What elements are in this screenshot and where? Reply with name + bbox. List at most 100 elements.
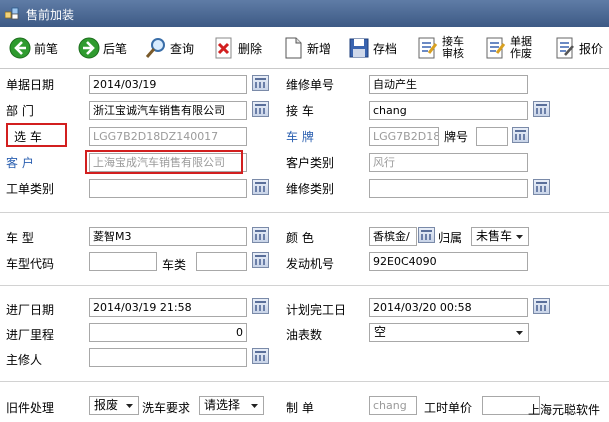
watermark: 上海元聪软件 xyxy=(528,403,601,417)
maker-label: 制 单 xyxy=(286,401,314,415)
old-parts-value: 报废 xyxy=(94,398,119,412)
chevron-down-icon xyxy=(516,235,523,239)
maker-field[interactable]: chang xyxy=(369,396,417,415)
old-parts-label: 旧件处理 xyxy=(6,401,55,415)
chevron-down-icon xyxy=(126,404,133,408)
repair-type-field[interactable] xyxy=(369,179,528,198)
car-class-label: 车类 xyxy=(162,258,187,272)
plate-picker-icon[interactable] xyxy=(512,127,529,143)
hour-price-label: 工时单价 xyxy=(424,401,473,415)
section-divider xyxy=(0,212,609,213)
model-picker-icon[interactable] xyxy=(252,227,269,243)
model-label: 车 型 xyxy=(6,231,34,245)
void-button[interactable]: 单据 作废 xyxy=(484,31,534,65)
fuel-select[interactable]: 空 xyxy=(369,323,529,342)
select-car-highlight xyxy=(6,123,67,147)
next-button[interactable]: 后笔 xyxy=(77,31,127,65)
wash-label: 洗车要求 xyxy=(142,401,191,415)
arrow-left-icon xyxy=(9,37,31,59)
new-document-icon xyxy=(285,37,302,59)
section-divider-3 xyxy=(0,381,609,382)
customer-label: 客 户 xyxy=(6,156,34,170)
save-button[interactable]: 存档 xyxy=(347,31,397,65)
work-type-label: 工单类别 xyxy=(6,182,55,196)
receiver-field[interactable]: chang xyxy=(369,101,528,120)
fuel-value: 空 xyxy=(374,325,387,339)
select-car-field[interactable]: LGG7B2D18DZ140017 xyxy=(89,127,247,146)
color-field[interactable]: 香槟金/ xyxy=(369,227,417,246)
belong-value: 未售车 xyxy=(476,229,513,243)
plate-no-label: 牌号 xyxy=(444,130,469,144)
belong-label: 归属 xyxy=(438,231,463,245)
window-title: 售前加装 xyxy=(26,8,75,22)
magnifier-icon xyxy=(145,38,165,58)
car-class-field[interactable] xyxy=(196,252,247,271)
order-date-calendar-icon[interactable] xyxy=(252,75,269,91)
report-label: 报价 xyxy=(579,41,604,56)
wash-value: 请选择 xyxy=(204,398,241,412)
plate-no-field[interactable] xyxy=(476,127,508,146)
void-label: 单据 作废 xyxy=(510,35,532,60)
repair-type-picker-icon[interactable] xyxy=(533,179,550,195)
entry-date-calendar-icon[interactable] xyxy=(252,298,269,314)
old-parts-select[interactable]: 报废 xyxy=(89,396,139,415)
model-field[interactable]: 菱智M3 xyxy=(89,227,247,246)
query-button[interactable]: 查询 xyxy=(144,31,194,65)
wash-select[interactable]: 请选择 xyxy=(199,396,264,415)
engine-field[interactable]: 92E0C4090 xyxy=(369,252,528,271)
receiver-picker-icon[interactable] xyxy=(533,101,550,117)
approve-button[interactable]: 接车 审核 xyxy=(416,31,466,65)
plan-date-calendar-icon[interactable] xyxy=(533,298,550,314)
plate-field[interactable]: LGG7B2D18DZ xyxy=(369,127,439,146)
report-button[interactable]: 报价 xyxy=(553,31,603,65)
customer-type-field[interactable]: 风行 xyxy=(369,153,528,172)
mechanic-picker-icon[interactable] xyxy=(252,348,269,364)
receiver-label: 接 车 xyxy=(286,104,314,118)
order-date-field[interactable]: 2014/03/19 xyxy=(89,75,247,94)
arrow-right-icon xyxy=(78,37,100,59)
new-label: 新增 xyxy=(307,41,332,56)
dept-picker-icon[interactable] xyxy=(252,101,269,117)
app-icon xyxy=(5,7,19,20)
document-void-icon xyxy=(486,37,506,59)
belong-select[interactable]: 未售车 xyxy=(471,227,529,246)
plan-date-label: 计划完工日 xyxy=(286,303,347,317)
mileage-label: 进厂里程 xyxy=(6,328,55,342)
mechanic-label: 主修人 xyxy=(6,353,43,367)
chevron-down-icon xyxy=(251,404,258,408)
repair-no-label: 维修单号 xyxy=(286,78,335,92)
model-code-field[interactable] xyxy=(89,252,157,271)
work-type-picker-icon[interactable] xyxy=(252,179,269,195)
prev-button[interactable]: 前笔 xyxy=(8,31,58,65)
color-picker-icon[interactable] xyxy=(418,227,435,243)
report-icon xyxy=(556,37,574,59)
fuel-label: 油表数 xyxy=(286,328,323,342)
repair-type-label: 维修类别 xyxy=(286,182,335,196)
new-button[interactable]: 新增 xyxy=(281,31,331,65)
entry-date-field[interactable]: 2014/03/19 21:58 xyxy=(89,298,247,317)
mileage-field[interactable]: 0 xyxy=(89,323,247,342)
mechanic-field[interactable] xyxy=(89,348,247,367)
plate-label: 车 牌 xyxy=(286,130,314,144)
car-class-picker-icon[interactable] xyxy=(252,252,269,268)
save-icon xyxy=(349,38,369,58)
approve-label: 接车 审核 xyxy=(442,35,464,60)
next-label: 后笔 xyxy=(103,41,128,56)
window-title-bar: 售前加装 xyxy=(0,0,609,27)
dept-label: 部 门 xyxy=(6,104,34,118)
color-label: 颜 色 xyxy=(286,231,314,245)
checklist-icon xyxy=(418,37,438,59)
dept-field[interactable]: 浙江宝诚汽车销售有限公司 xyxy=(89,101,247,120)
delete-icon xyxy=(215,37,232,59)
chevron-down-icon xyxy=(516,331,523,335)
model-code-label: 车型代码 xyxy=(6,257,55,271)
section-divider-2 xyxy=(0,285,609,286)
repair-no-field[interactable]: 自动产生 xyxy=(369,75,528,94)
entry-date-label: 进厂日期 xyxy=(6,303,55,317)
plan-date-field[interactable]: 2014/03/20 00:58 xyxy=(369,298,528,317)
delete-button[interactable]: 删除 xyxy=(212,31,262,65)
engine-label: 发动机号 xyxy=(286,257,335,271)
work-type-field[interactable] xyxy=(89,179,247,198)
toolbar: 前笔 后笔 查询 删除 新增 存档 接车 审核 单据 作废 报价 xyxy=(0,27,609,69)
save-label: 存档 xyxy=(373,41,398,56)
